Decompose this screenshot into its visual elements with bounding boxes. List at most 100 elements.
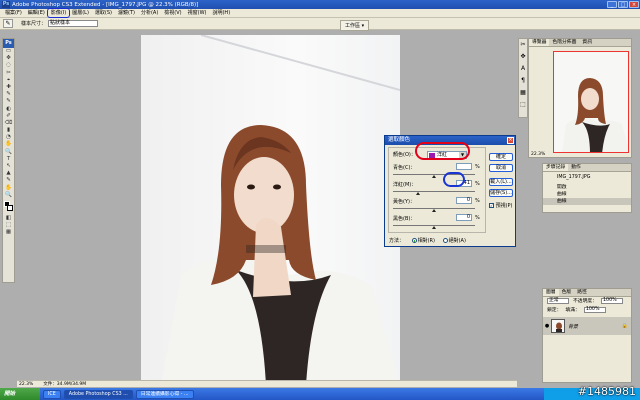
tab-layers[interactable]: 圖層: [543, 289, 559, 296]
history-item[interactable]: 曲線: [543, 191, 631, 198]
workspace-button[interactable]: 工作區 ▾: [340, 20, 370, 31]
eye-icon[interactable]: ●: [543, 323, 551, 329]
eyedropper-icon[interactable]: ✎: [3, 19, 13, 28]
crop-tool-icon[interactable]: ✂: [3, 70, 14, 77]
minimize-button[interactable]: _: [607, 1, 617, 8]
history-snapshot[interactable]: IMG_1797.JPG: [543, 172, 631, 184]
colors-label: 顏色(O)：: [393, 152, 416, 158]
blend-mode-select[interactable]: 正常: [547, 298, 569, 304]
hand-tool-icon[interactable]: ✋: [3, 185, 14, 192]
close-button[interactable]: ×: [629, 1, 639, 8]
healing-tool-icon[interactable]: ✚: [3, 84, 14, 91]
relative-radio[interactable]: [411, 238, 417, 243]
zoom-tool-icon[interactable]: 🔍: [3, 192, 14, 199]
magenta-percent: %: [475, 181, 480, 187]
cyan-input[interactable]: [456, 163, 472, 170]
menu-analysis[interactable]: 分析(A): [138, 9, 161, 17]
history-brush-icon[interactable]: ◐: [3, 106, 14, 113]
menu-window[interactable]: 視窗(W): [185, 9, 210, 17]
menu-layer[interactable]: 圖層(L): [69, 9, 92, 17]
background-color-swatch[interactable]: [7, 204, 13, 211]
black-slider-thumb[interactable]: [432, 226, 436, 229]
menu-view[interactable]: 檢視(V): [161, 9, 184, 17]
tab-histogram[interactable]: 色階分佈圖: [549, 39, 579, 46]
start-button[interactable]: 開始: [0, 388, 40, 400]
screen-mode-icon[interactable]: ⬚: [3, 222, 14, 229]
opacity-input[interactable]: 100%: [601, 298, 623, 304]
strip-move-icon[interactable]: ✥: [519, 51, 527, 63]
eraser-tool-icon[interactable]: ⌫: [3, 120, 14, 127]
yellow-input[interactable]: 0: [456, 197, 472, 204]
maximize-button[interactable]: □: [618, 1, 628, 8]
black-input[interactable]: 0: [456, 214, 472, 221]
cyan-slider-thumb[interactable]: [432, 175, 436, 178]
history-item-selected[interactable]: 曲線: [543, 198, 631, 205]
layer-comps-icon[interactable]: ⬚: [519, 99, 527, 111]
history-item[interactable]: 開啟: [543, 184, 631, 191]
lasso-tool-icon[interactable]: ◌: [3, 62, 14, 69]
tab-actions[interactable]: 動作: [568, 164, 584, 171]
preview-checkbox[interactable]: ✓ 預視(P): [489, 202, 513, 209]
taskbar-item-photoshop[interactable]: Adobe Photoshop CS3 ...: [63, 389, 133, 399]
tab-navigator[interactable]: 導覽器: [529, 39, 550, 46]
save-button[interactable]: 儲存(S)...: [489, 189, 513, 197]
fill-input[interactable]: 100%: [583, 307, 606, 313]
hand-icon[interactable]: ✋: [3, 141, 14, 148]
relative-label: 相對(R): [417, 238, 435, 244]
zoom-small-icon[interactable]: 🔍: [3, 149, 14, 156]
layers-tabs: 圖層 色版 路徑: [543, 289, 631, 297]
swatches-panel-icon[interactable]: ▦: [519, 87, 527, 99]
pencil-icon[interactable]: ✐: [3, 113, 14, 120]
notes-tool-icon[interactable]: ✎: [3, 177, 14, 184]
cyan-label: 青色(C)：: [393, 165, 416, 171]
jump-to-imageready-icon[interactable]: ▦: [3, 229, 14, 236]
layer-name: 背景: [568, 323, 579, 330]
type-tool-icon[interactable]: T: [3, 156, 14, 163]
layer-thumbnail-image: [552, 320, 564, 332]
shape-tool-icon[interactable]: ▲: [3, 170, 14, 177]
navigator-zoom[interactable]: 22.3%: [531, 152, 545, 157]
ok-button[interactable]: 確定: [489, 153, 513, 161]
tab-info[interactable]: 資訊: [579, 39, 595, 46]
cancel-button[interactable]: 取消: [489, 164, 513, 172]
taskbar-item-browser[interactable]: 日常連續攝影心得 - ...: [135, 389, 194, 399]
magenta-slider-thumb[interactable]: [415, 192, 420, 195]
menu-help[interactable]: 說明(H): [209, 9, 233, 17]
layer-row-background[interactable]: ● 背景 🔒: [543, 317, 631, 335]
character-panel-icon[interactable]: A: [519, 63, 527, 75]
magenta-slider[interactable]: [393, 191, 475, 192]
stamp-tool-icon[interactable]: ✎: [3, 98, 14, 105]
tab-history[interactable]: 步驟記錄: [543, 164, 569, 171]
path-select-icon[interactable]: ↖: [3, 163, 14, 170]
dialog-close-icon[interactable]: ×: [507, 137, 514, 144]
paragraph-panel-icon[interactable]: ¶: [519, 75, 527, 87]
absolute-radio[interactable]: [442, 238, 448, 243]
yellow-slider-thumb[interactable]: [432, 209, 436, 212]
tab-paths[interactable]: 路徑: [574, 289, 590, 296]
quick-mask-icon[interactable]: ◧: [3, 215, 14, 222]
navigator-preview[interactable]: [553, 51, 629, 153]
photo-canvas[interactable]: [141, 35, 400, 385]
slice-tool-icon[interactable]: ⌖: [3, 77, 14, 84]
yellow-percent: %: [475, 198, 480, 204]
gradient-tool-icon[interactable]: ▮: [3, 127, 14, 134]
menu-filter[interactable]: 濾鏡(T): [115, 9, 138, 17]
menu-edit[interactable]: 編輯(E): [25, 9, 48, 17]
window-title: Adobe Photoshop CS3 Extended - [IMG_1797…: [12, 1, 199, 8]
toolbox: Ps ▭ ✥ ◌ ✂ ⌖ ✚ ✎ ✎ ◐ ✐ ⌫ ▮ ◔ ✋ 🔍 T ↖ ▲ ✎…: [2, 38, 15, 283]
color-swatches[interactable]: [3, 199, 14, 215]
move-tool-icon[interactable]: ✥: [3, 55, 14, 62]
title-bar: Ps Adobe Photoshop CS3 Extended - [IMG_1…: [0, 0, 640, 9]
load-button[interactable]: 載入(L)...: [489, 178, 513, 186]
ps-badge-icon[interactable]: Ps: [3, 39, 14, 48]
menu-image[interactable]: 影像(I): [46, 8, 71, 18]
menu-select[interactable]: 選取(S): [92, 9, 115, 17]
menu-file[interactable]: 檔案(F): [2, 9, 25, 17]
sample-size-select[interactable]: 點狀樣本: [48, 20, 99, 27]
taskbar-item-ice[interactable]: ICE: [43, 389, 61, 399]
preview-checkbox-box[interactable]: ✓: [489, 203, 494, 208]
brush-tool-icon[interactable]: ✎: [3, 91, 14, 98]
zoom-level[interactable]: 22.3%: [19, 382, 33, 387]
strip-tool-icon[interactable]: ✂: [519, 39, 527, 51]
tab-channels[interactable]: 色版: [559, 289, 575, 296]
